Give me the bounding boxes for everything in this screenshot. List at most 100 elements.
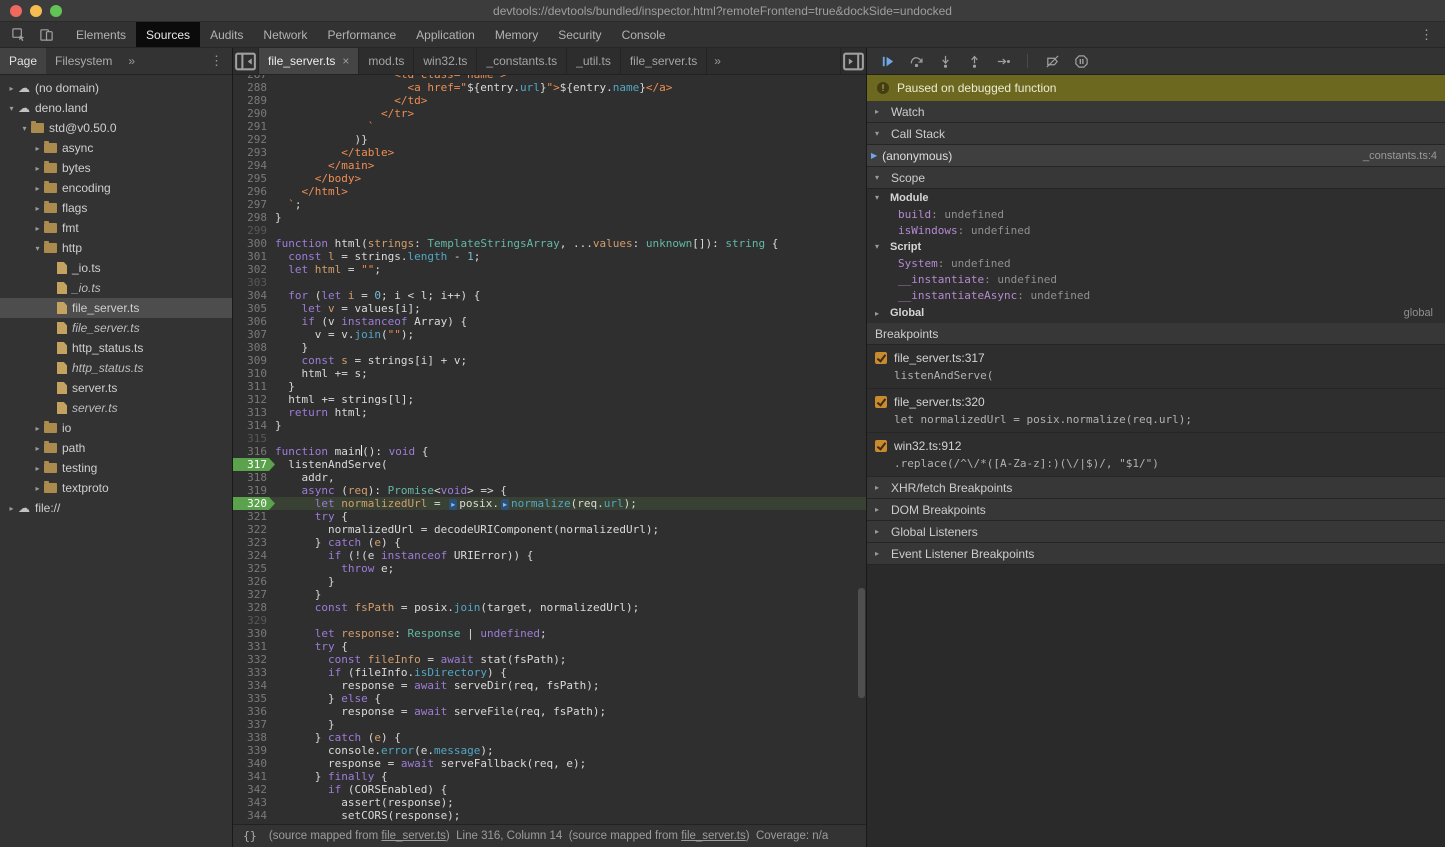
resume-icon[interactable] bbox=[879, 53, 895, 69]
editor-tab-win32-ts[interactable]: win32.ts bbox=[414, 48, 477, 74]
more-editor-tabs-chevron[interactable]: » bbox=[707, 54, 728, 68]
code-line-292[interactable]: 292 )} bbox=[233, 133, 866, 146]
line-number[interactable]: 327 bbox=[233, 588, 275, 601]
code-line-338[interactable]: 338 } catch (e) { bbox=[233, 731, 866, 744]
code-line-328[interactable]: 328 const fsPath = posix.join(target, no… bbox=[233, 601, 866, 614]
more-options-icon[interactable]: ⋮ bbox=[1408, 22, 1445, 47]
line-number[interactable]: 298 bbox=[233, 211, 275, 224]
line-number[interactable]: 312 bbox=[233, 393, 275, 406]
code-line-291[interactable]: 291 ` bbox=[233, 120, 866, 133]
line-number[interactable]: 293 bbox=[233, 146, 275, 159]
line-number[interactable]: 337 bbox=[233, 718, 275, 731]
inline-continue-marker-icon[interactable]: ▸ bbox=[449, 499, 457, 510]
section-breakpoints[interactable]: Breakpoints bbox=[867, 323, 1445, 345]
minimize-window-button[interactable] bbox=[30, 5, 42, 17]
editor-tab-file-server-ts[interactable]: file_server.ts× bbox=[259, 48, 359, 74]
line-number[interactable]: 310 bbox=[233, 367, 275, 380]
scope-group-module[interactable]: ▾Module bbox=[867, 189, 1445, 206]
code-line-341[interactable]: 341 } finally { bbox=[233, 770, 866, 783]
navigator-tab-page[interactable]: Page bbox=[0, 48, 46, 74]
tree-item-http-status-ts[interactable]: http_status.ts bbox=[0, 358, 232, 378]
inspect-element-icon[interactable] bbox=[10, 27, 26, 43]
breakpoint-checkbox[interactable] bbox=[875, 396, 887, 408]
line-number[interactable]: 292 bbox=[233, 133, 275, 146]
line-number[interactable]: 288 bbox=[233, 81, 275, 94]
code-line-322[interactable]: 322 normalizedUrl = decodeURIComponent(n… bbox=[233, 523, 866, 536]
step-into-icon[interactable] bbox=[937, 53, 953, 69]
section-xhr-fetch-breakpoints[interactable]: ▸XHR/fetch Breakpoints bbox=[867, 477, 1445, 499]
line-number[interactable]: 334 bbox=[233, 679, 275, 692]
code-line-339[interactable]: 339 console.error(e.message); bbox=[233, 744, 866, 757]
line-number[interactable]: 343 bbox=[233, 796, 275, 809]
line-number[interactable]: 335 bbox=[233, 692, 275, 705]
code-editor[interactable]: 287 <td class="name">288 <a href="${entr… bbox=[233, 75, 866, 824]
editor-tab-mod-ts[interactable]: mod.ts bbox=[359, 48, 414, 74]
line-number[interactable]: 311 bbox=[233, 380, 275, 393]
navigator-tab-filesystem[interactable]: Filesystem bbox=[46, 48, 121, 74]
code-line-297[interactable]: 297 `; bbox=[233, 198, 866, 211]
tree-item-deno-land[interactable]: ▾☁deno.land bbox=[0, 98, 232, 118]
code-line-298[interactable]: 298} bbox=[233, 211, 866, 224]
device-toolbar-icon[interactable] bbox=[38, 27, 54, 43]
line-number[interactable]: 329 bbox=[233, 614, 275, 627]
line-number[interactable]: 340 bbox=[233, 757, 275, 770]
step-over-icon[interactable] bbox=[908, 53, 924, 69]
navigator-menu-icon[interactable]: ⋮ bbox=[210, 53, 232, 69]
pretty-print-button[interactable]: {} bbox=[243, 829, 257, 843]
step-out-icon[interactable] bbox=[966, 53, 982, 69]
code-line-336[interactable]: 336 response = await serveFile(req, fsPa… bbox=[233, 705, 866, 718]
close-tab-icon[interactable]: × bbox=[342, 54, 349, 68]
code-line-313[interactable]: 313 return html; bbox=[233, 406, 866, 419]
tab-audits[interactable]: Audits bbox=[200, 22, 253, 47]
line-number[interactable]: 304 bbox=[233, 289, 275, 302]
tree-item-async[interactable]: ▸async bbox=[0, 138, 232, 158]
toggle-debugger-sidebar-icon[interactable] bbox=[840, 48, 866, 74]
line-number[interactable]: 319 bbox=[233, 484, 275, 497]
tree-item-no-domain[interactable]: ▸☁(no domain) bbox=[0, 78, 232, 98]
code-line-315[interactable]: 315 bbox=[233, 432, 866, 445]
line-number[interactable]: 290 bbox=[233, 107, 275, 120]
line-number[interactable]: 301 bbox=[233, 250, 275, 263]
line-number[interactable]: 321 bbox=[233, 510, 275, 523]
line-number[interactable]: 309 bbox=[233, 354, 275, 367]
code-line-316[interactable]: 316function main(): void { bbox=[233, 445, 866, 458]
line-number[interactable]: 323 bbox=[233, 536, 275, 549]
deactivate-breakpoints-icon[interactable] bbox=[1044, 53, 1060, 69]
code-line-321[interactable]: 321 try { bbox=[233, 510, 866, 523]
tab-console[interactable]: Console bbox=[612, 22, 676, 47]
line-number[interactable]: 297 bbox=[233, 198, 275, 211]
scope-group-global[interactable]: ▸Globalglobal bbox=[867, 303, 1445, 323]
line-number[interactable]: 305 bbox=[233, 302, 275, 315]
code-line-330[interactable]: 330 let response: Response | undefined; bbox=[233, 627, 866, 640]
tree-item-flags[interactable]: ▸flags bbox=[0, 198, 232, 218]
breakpoint-checkbox[interactable] bbox=[875, 352, 887, 364]
tree-item-encoding[interactable]: ▸encoding bbox=[0, 178, 232, 198]
frame-location[interactable]: _constants.ts:4 bbox=[1363, 150, 1437, 162]
code-line-319[interactable]: 319 async (req): Promise<void> => { bbox=[233, 484, 866, 497]
code-line-308[interactable]: 308 } bbox=[233, 341, 866, 354]
code-line-300[interactable]: 300function html(strings: TemplateString… bbox=[233, 237, 866, 250]
code-line-301[interactable]: 301 const l = strings.length - 1; bbox=[233, 250, 866, 263]
code-line-314[interactable]: 314} bbox=[233, 419, 866, 432]
tree-item-file[interactable]: ▸☁file:// bbox=[0, 498, 232, 518]
line-number[interactable]: 338 bbox=[233, 731, 275, 744]
tree-item-testing[interactable]: ▸testing bbox=[0, 458, 232, 478]
section-event-listener-breakpoints[interactable]: ▸Event Listener Breakpoints bbox=[867, 543, 1445, 565]
inline-continue-marker-icon[interactable]: ▸ bbox=[501, 499, 509, 510]
breakpoint-checkbox[interactable] bbox=[875, 440, 887, 452]
editor-scrollbar[interactable] bbox=[858, 588, 865, 698]
tree-item-server-ts[interactable]: server.ts bbox=[0, 398, 232, 418]
line-number[interactable]: 299 bbox=[233, 224, 275, 237]
breakpoint-location[interactable]: win32.ts:912 bbox=[894, 439, 961, 453]
tree-item-file-server-ts[interactable]: file_server.ts bbox=[0, 318, 232, 338]
line-number[interactable]: 313 bbox=[233, 406, 275, 419]
breakpoint-line-number[interactable]: 320 bbox=[233, 497, 275, 510]
code-line-294[interactable]: 294 </main> bbox=[233, 159, 866, 172]
line-number[interactable]: 307 bbox=[233, 328, 275, 341]
code-line-309[interactable]: 309 const s = strings[i] + v; bbox=[233, 354, 866, 367]
code-line-302[interactable]: 302 let html = ""; bbox=[233, 263, 866, 276]
tree-item-fmt[interactable]: ▸fmt bbox=[0, 218, 232, 238]
line-number[interactable]: 302 bbox=[233, 263, 275, 276]
scope-variable-iswindows[interactable]: isWindows: undefined bbox=[867, 222, 1445, 238]
source-map-link[interactable]: file_server.ts bbox=[381, 830, 446, 842]
